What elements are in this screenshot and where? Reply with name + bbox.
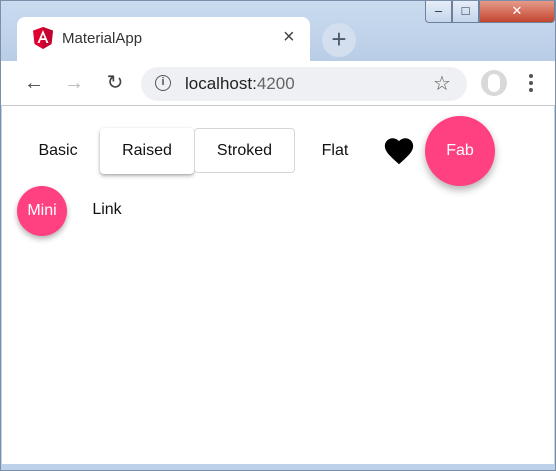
window-controls: ‒ □ ✕ <box>425 1 556 25</box>
url-host: localhost: <box>185 74 257 93</box>
page-content: Basic Raised Stroked Flat Fab Mini Link <box>2 106 554 464</box>
heart-icon <box>384 138 414 165</box>
reload-icon[interactable]: ↻ <box>102 70 128 96</box>
browser-toolbar: ← → ↻ i localhost:4200 ☆ <box>1 61 555 106</box>
tab-strip: MaterialApp × + ‒ □ ✕ <box>1 1 555 61</box>
minimize-button[interactable]: ‒ <box>425 1 452 23</box>
url-port: 4200 <box>256 74 295 93</box>
new-tab-button[interactable]: + <box>322 23 356 57</box>
url-text[interactable]: localhost:4200 <box>185 74 295 94</box>
angular-logo-icon <box>33 27 53 49</box>
profile-icon[interactable] <box>481 70 507 96</box>
forward-arrow-icon[interactable]: → <box>61 70 87 96</box>
back-arrow-icon[interactable]: ← <box>21 70 47 96</box>
kebab-dot <box>529 88 533 92</box>
stroked-button[interactable]: Stroked <box>194 128 295 173</box>
close-window-button[interactable]: ✕ <box>479 1 555 23</box>
favorite-icon-button[interactable] <box>382 134 416 168</box>
raised-button[interactable]: Raised <box>100 128 194 174</box>
browser-tab[interactable]: MaterialApp × <box>17 17 310 61</box>
kebab-dot <box>529 81 533 85</box>
tab-close-icon[interactable]: × <box>283 27 295 47</box>
info-icon[interactable]: i <box>155 75 171 91</box>
bookmark-star-icon[interactable]: ☆ <box>433 71 451 96</box>
kebab-dot <box>529 74 533 78</box>
basic-button[interactable]: Basic <box>22 129 94 173</box>
flat-button[interactable]: Flat <box>302 129 368 173</box>
tab-title: MaterialApp <box>62 30 143 47</box>
maximize-button[interactable]: □ <box>452 1 479 23</box>
mini-fab-button[interactable]: Mini <box>17 186 67 236</box>
link-button[interactable]: Link <box>82 190 132 230</box>
fab-button[interactable]: Fab <box>425 116 495 186</box>
kebab-menu-icon[interactable] <box>525 69 537 97</box>
profile-silhouette <box>488 74 500 92</box>
address-bar[interactable]: i localhost:4200 ☆ <box>141 67 467 101</box>
browser-window: MaterialApp × + ‒ □ ✕ ← → ↻ i localhost:… <box>0 0 556 471</box>
